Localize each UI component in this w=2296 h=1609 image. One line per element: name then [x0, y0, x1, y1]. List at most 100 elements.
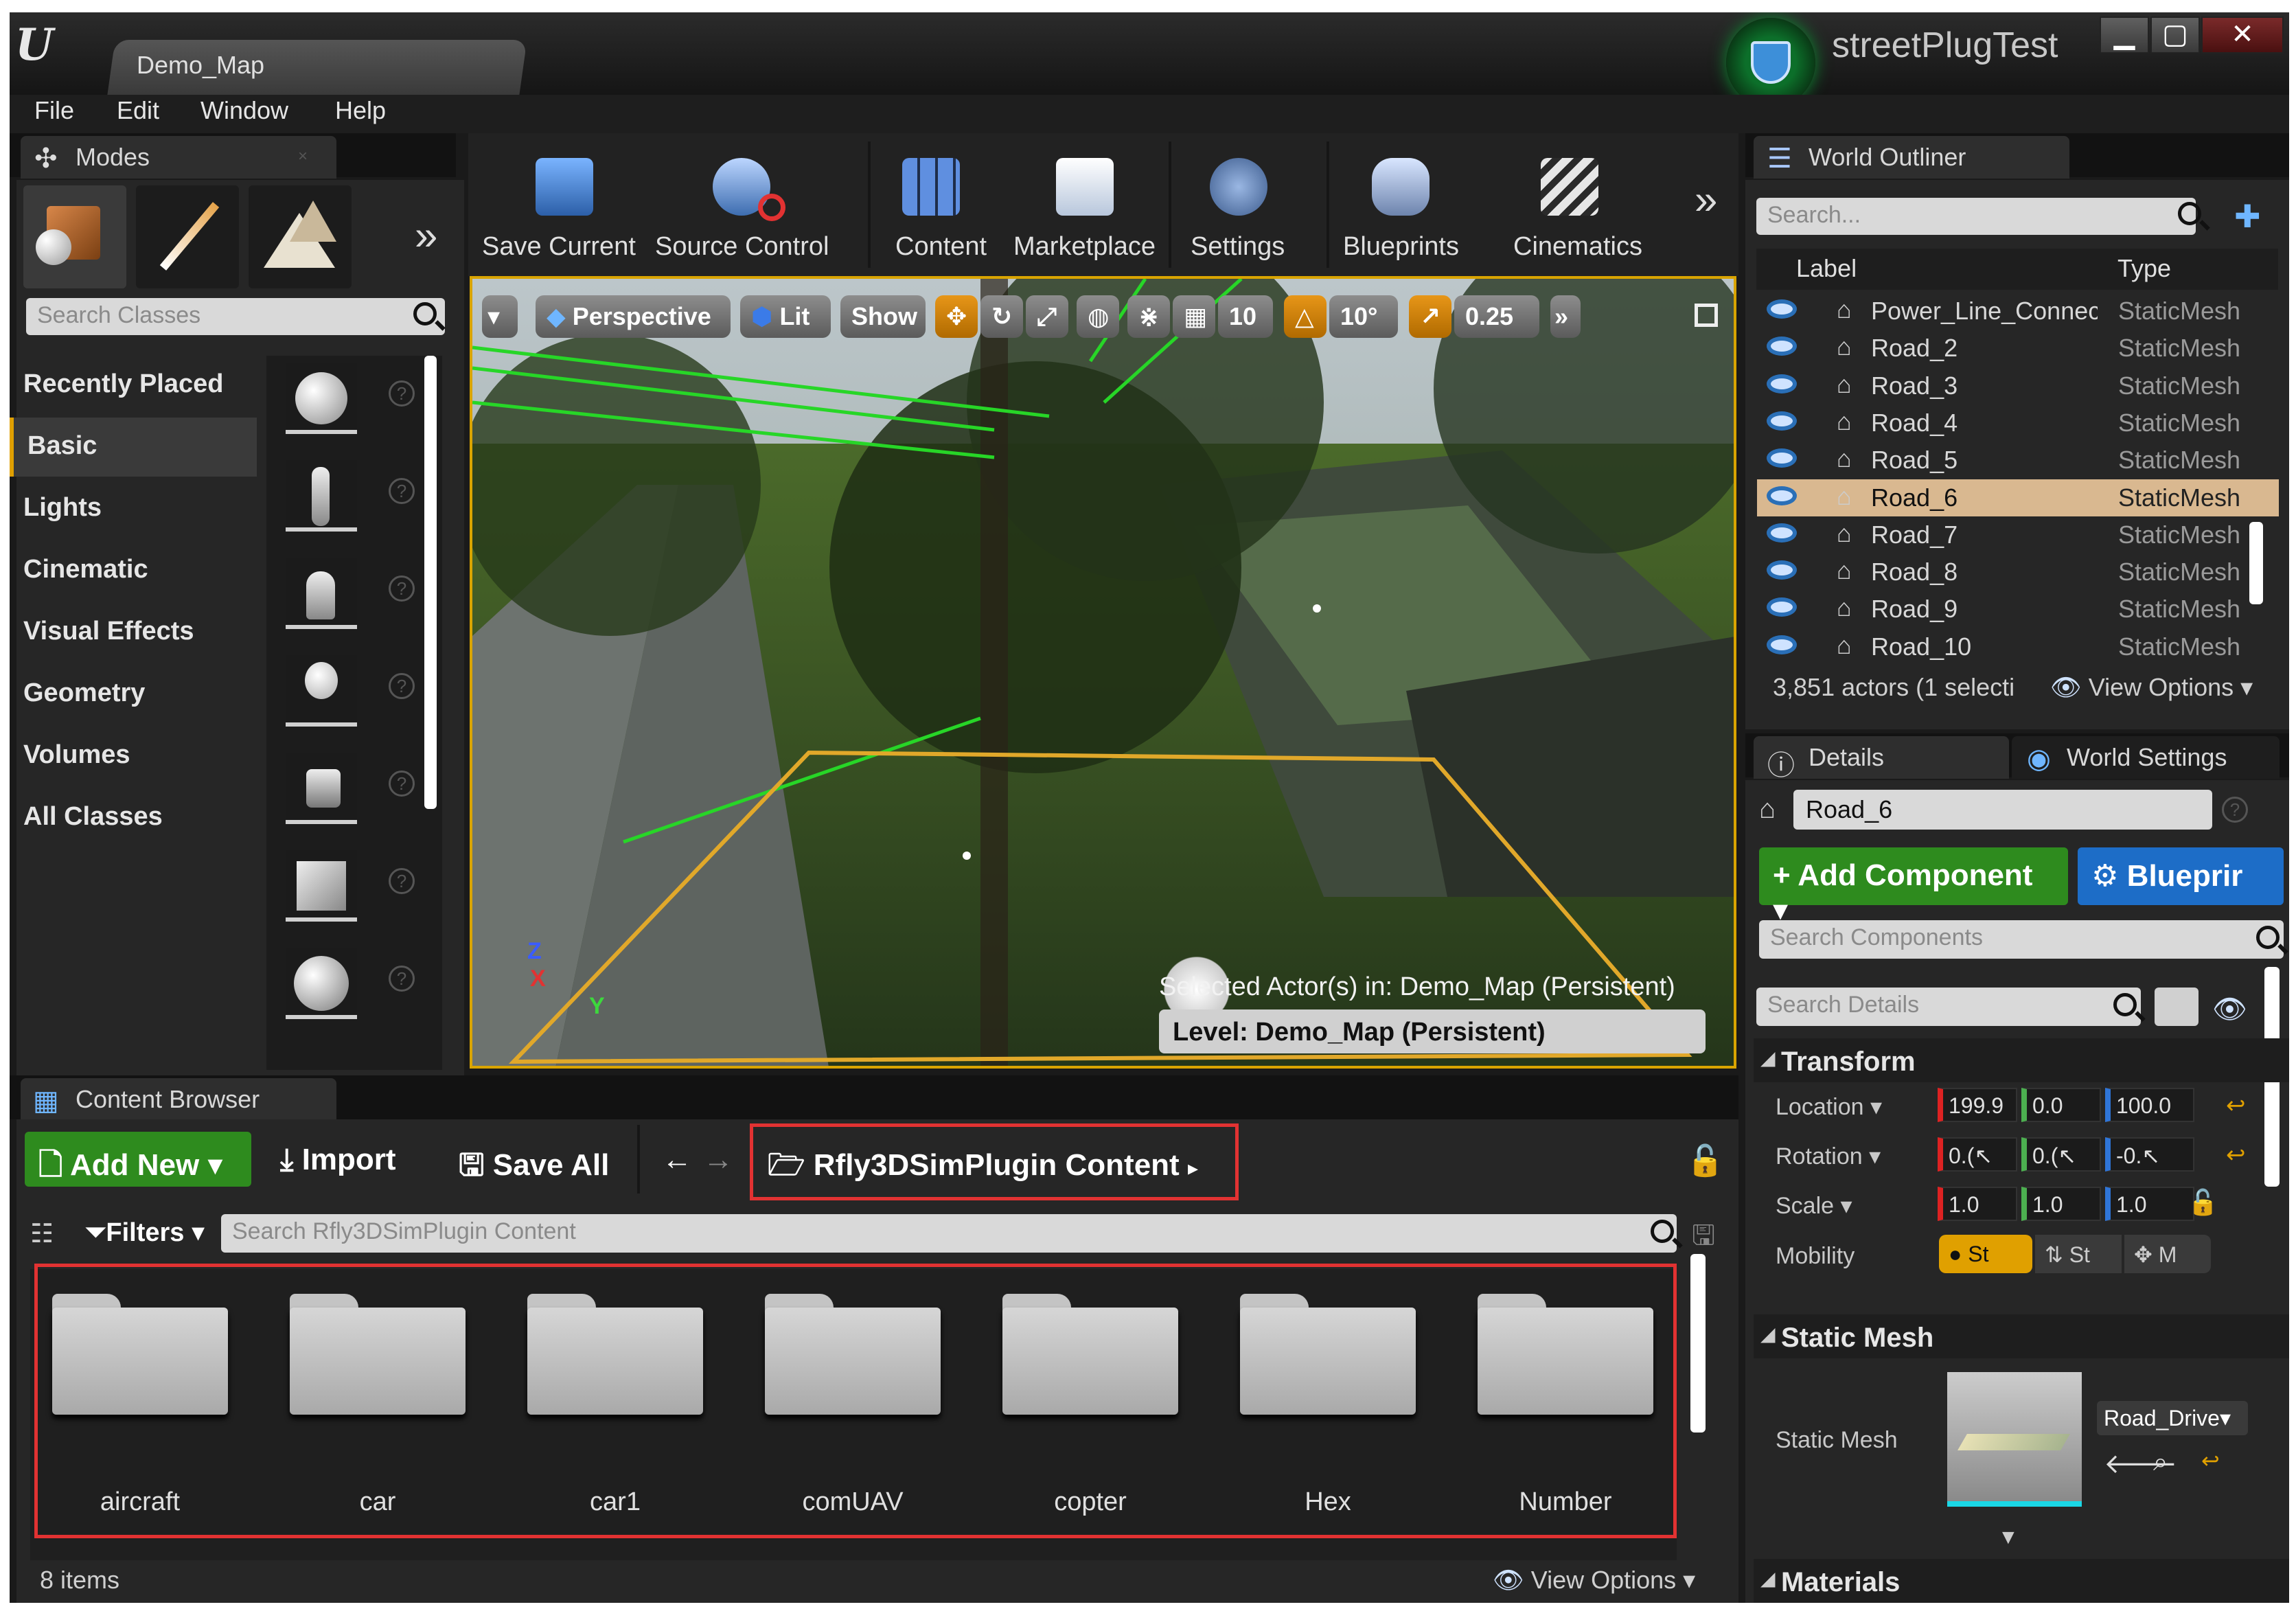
- scale-x-field[interactable]: 1.0: [1938, 1187, 2017, 1221]
- viewport-options-dropdown[interactable]: ▾: [482, 295, 518, 338]
- scale-snap-value[interactable]: 0.25: [1454, 295, 1539, 338]
- lock-scale-icon[interactable]: 🔓: [2188, 1188, 2218, 1217]
- location-label[interactable]: Location ▾: [1776, 1093, 1882, 1121]
- settings-gear-icon[interactable]: [1210, 158, 1267, 216]
- outliner-row[interactable]: ⌂ Road_10 StaticMesh: [1757, 628, 2279, 665]
- empty-pawn-thumb[interactable]: [286, 558, 357, 629]
- grid-snap-value[interactable]: 10: [1218, 295, 1273, 338]
- help-icon[interactable]: ?: [389, 771, 415, 797]
- outliner-row[interactable]: ⌂ Road_2 StaticMesh: [1757, 330, 2279, 367]
- visibility-eye-icon[interactable]: 👁: [2212, 993, 2247, 1025]
- category-visual-effects[interactable]: Visual Effects: [10, 603, 257, 662]
- close-button[interactable]: ✕: [2201, 16, 2284, 54]
- marketplace-icon[interactable]: [1056, 158, 1114, 216]
- category-volumes[interactable]: Volumes: [10, 727, 257, 786]
- visibility-eye-icon[interactable]: [1767, 523, 1797, 543]
- scale-z-field[interactable]: 1.0: [2105, 1187, 2194, 1221]
- col-type-header[interactable]: Type: [2117, 254, 2171, 283]
- materials-section-header[interactable]: Materials: [1754, 1559, 2289, 1603]
- help-icon[interactable]: ?: [2222, 797, 2248, 823]
- visibility-eye-icon[interactable]: [1767, 411, 1797, 431]
- empty-actor-thumb[interactable]: [286, 363, 357, 434]
- category-all-classes[interactable]: All Classes: [10, 788, 257, 847]
- level-viewport[interactable]: ▾ ◆ Perspective ⬢ Lit Show ✥ ↻ ⤢ ◍ ⋇ ▦ 1…: [470, 276, 1736, 1069]
- scale-y-field[interactable]: 1.0: [2021, 1187, 2101, 1221]
- modes-tab-close-icon[interactable]: ×: [298, 147, 308, 166]
- menu-window[interactable]: Window: [200, 96, 288, 125]
- content-search-input[interactable]: Search Rfly3DSimPlugin Content: [221, 1214, 1677, 1253]
- blueprint-button[interactable]: ⚙ Blueprir: [2078, 847, 2284, 905]
- outliner-row[interactable]: ⌂ Road_8 StaticMesh: [1757, 554, 2279, 591]
- category-basic[interactable]: Basic: [10, 418, 257, 477]
- import-button[interactable]: ⤓ Import: [266, 1132, 424, 1187]
- create-folder-icon[interactable]: ✚: [2234, 198, 2261, 235]
- point-light-thumb[interactable]: [286, 655, 357, 727]
- save-icon[interactable]: [536, 158, 593, 216]
- outliner-scrollbar[interactable]: [2249, 522, 2263, 604]
- toolbar-more-button[interactable]: »: [1695, 176, 1717, 223]
- help-icon[interactable]: ?: [389, 380, 415, 407]
- maximize-viewport-icon[interactable]: [1695, 304, 1718, 327]
- grid-snap-icon[interactable]: ▦: [1173, 295, 1215, 338]
- outliner-row[interactable]: ⌂ Road_7 StaticMesh: [1757, 516, 2279, 554]
- lock-icon[interactable]: 🔓: [1686, 1143, 1724, 1178]
- content-view-options[interactable]: 👁 View Options ▾: [1493, 1566, 1695, 1595]
- sources-toggle-icon[interactable]: ☷: [30, 1218, 54, 1249]
- forward-arrow-icon[interactable]: →: [689, 1132, 733, 1187]
- rotation-snap-icon[interactable]: △: [1284, 295, 1327, 338]
- content-icon[interactable]: [902, 158, 960, 216]
- reset-rotation-icon[interactable]: ↩: [2226, 1141, 2246, 1169]
- rotation-snap-value[interactable]: 10°: [1329, 295, 1398, 338]
- mobility-static-option[interactable]: ● St: [1939, 1235, 2032, 1273]
- world-settings-tab[interactable]: World Settings: [2012, 736, 2280, 779]
- outliner-search-input[interactable]: Search...: [1756, 198, 2196, 235]
- world-local-icon[interactable]: ◍: [1077, 295, 1119, 338]
- visibility-eye-icon[interactable]: [1767, 336, 1797, 356]
- add-new-button[interactable]: 🗋 Add New ▾: [25, 1132, 251, 1187]
- modes-tab[interactable]: Modes: [21, 136, 336, 179]
- menu-help[interactable]: Help: [335, 96, 386, 125]
- browse-search-icon[interactable]: ⌕: [2153, 1448, 2168, 1477]
- reset-mesh-icon[interactable]: ↩: [2201, 1448, 2220, 1474]
- empty-character-thumb[interactable]: [286, 460, 357, 532]
- show-button[interactable]: Show: [840, 295, 926, 338]
- search-components-input[interactable]: Search Components: [1759, 920, 2284, 959]
- category-lights[interactable]: Lights: [10, 479, 257, 538]
- visibility-eye-icon[interactable]: [1767, 635, 1797, 654]
- cinematics-button[interactable]: Cinematics: [1513, 232, 1642, 262]
- document-tab-label[interactable]: Demo_Map: [137, 51, 264, 80]
- source-control-button[interactable]: Source Control: [655, 232, 829, 262]
- category-geometry[interactable]: Geometry: [10, 665, 257, 724]
- cube-thumb[interactable]: [286, 850, 357, 922]
- category-cinematic[interactable]: Cinematic: [10, 541, 257, 600]
- content-button[interactable]: Content: [895, 232, 987, 262]
- rotate-tool-icon[interactable]: ↻: [980, 295, 1023, 338]
- category-recently-placed[interactable]: Recently Placed: [10, 356, 257, 415]
- outliner-row[interactable]: ⌂ Power_Line_Connec StaticMesh: [1757, 293, 2279, 330]
- rotation-label[interactable]: Rotation ▾: [1776, 1143, 1881, 1170]
- mobility-movable-option[interactable]: ✥ M: [2124, 1235, 2211, 1273]
- world-outliner-tab[interactable]: World Outliner: [1754, 136, 2069, 179]
- minimize-button[interactable]: ▁: [2100, 16, 2149, 54]
- scale-label[interactable]: Scale ▾: [1776, 1192, 1852, 1220]
- modes-scrollbar[interactable]: [424, 356, 437, 809]
- player-start-thumb[interactable]: [286, 753, 357, 824]
- rotation-z-field[interactable]: -0.↖: [2105, 1137, 2194, 1172]
- expand-arrow-icon[interactable]: ▼: [1998, 1526, 2019, 1549]
- static-mesh-section-header[interactable]: Static Mesh: [1754, 1314, 2289, 1358]
- perspective-button[interactable]: ◆ Perspective: [536, 295, 731, 338]
- col-label-header[interactable]: Label: [1796, 254, 1857, 283]
- property-matrix-icon[interactable]: [2155, 988, 2199, 1026]
- location-y-field[interactable]: 0.0: [2021, 1088, 2101, 1122]
- static-mesh-picker[interactable]: Road_Drive▾: [2097, 1401, 2248, 1435]
- help-icon[interactable]: ?: [389, 673, 415, 699]
- outliner-row[interactable]: ⌂ Road_9 StaticMesh: [1757, 591, 2279, 628]
- back-arrow-icon[interactable]: ←: [648, 1132, 692, 1187]
- save-current-button[interactable]: Save Current: [482, 232, 636, 262]
- surface-snap-icon[interactable]: ⋇: [1127, 295, 1170, 338]
- rotation-x-field[interactable]: 0.(↖: [1938, 1137, 2017, 1172]
- visibility-eye-icon[interactable]: [1767, 597, 1797, 617]
- viewport-more-button[interactable]: »: [1550, 295, 1581, 338]
- blueprints-icon[interactable]: [1372, 158, 1430, 216]
- content-scrollbar[interactable]: [1690, 1254, 1706, 1433]
